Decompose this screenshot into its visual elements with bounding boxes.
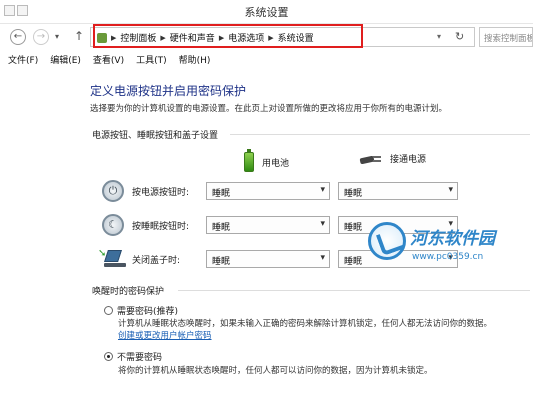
power-button-icon: ⏻	[102, 180, 124, 202]
section-divider	[178, 290, 530, 291]
close-lid-battery-select[interactable]: 睡眠	[206, 250, 330, 268]
watermark: 河东软件园 www.pc0359.cn	[368, 216, 533, 276]
menu-tools[interactable]: 工具(T)	[136, 53, 167, 66]
setting-label: 关闭盖子时:	[132, 256, 181, 266]
power-plug-icon	[360, 154, 382, 164]
menu-bar: 文件(F) 编辑(E) 查看(V) 工具(T) 帮助(H)	[0, 51, 533, 68]
radio-button-selected[interactable]	[104, 352, 113, 361]
radio-label[interactable]: 需要密码(推荐)	[117, 304, 178, 317]
battery-icon	[244, 149, 254, 172]
radio-require-password[interactable]: 需要密码(推荐)	[104, 304, 178, 317]
back-button[interactable]: ←	[10, 29, 26, 45]
page-description: 选择要为你的计算机设置的电源设置。在此页上对设置所做的更改将应用于你所有的电源计…	[90, 104, 448, 114]
column-header-battery: 用电池	[244, 149, 290, 172]
menu-help[interactable]: 帮助(H)	[179, 53, 211, 66]
radio-no-password[interactable]: 不需要密码	[104, 350, 162, 363]
column-header-plugged-in: 接通电源	[360, 152, 426, 165]
up-arrow-icon[interactable]: ↑	[74, 29, 84, 43]
breadcrumb-highlight-box	[93, 24, 363, 48]
power-button-battery-select[interactable]: 睡眠	[206, 182, 330, 200]
watermark-name: 河东软件园	[410, 229, 495, 249]
window-title: 系统设置	[244, 6, 289, 19]
menu-file[interactable]: 文件(F)	[8, 53, 38, 66]
power-button-ac-select[interactable]: 睡眠	[338, 182, 458, 200]
section-divider	[230, 134, 530, 135]
page-title: 定义电源按钮并启用密码保护	[90, 84, 247, 98]
forward-button[interactable]: →	[33, 29, 49, 45]
column-label-plugged-in: 接通电源	[390, 155, 427, 165]
option-description: 计算机从睡眠状态唤醒时，如果未输入正确的密码来解除计算机锁定，任何人都无法访问你…	[118, 319, 493, 329]
title-bar: 系统设置	[0, 0, 533, 24]
address-dropdown-icon[interactable]: ▾	[437, 32, 441, 41]
refresh-icon[interactable]: ↻	[455, 30, 464, 43]
watermark-url: www.pc0359.cn	[412, 252, 484, 262]
laptop-lid-icon: ➘	[98, 248, 126, 268]
sleep-button-battery-select[interactable]: 睡眠	[206, 216, 330, 234]
watermark-logo-icon	[368, 222, 406, 260]
option-description: 将你的计算机从睡眠状态唤醒时，任何人都可以访问你的数据，因为计算机未锁定。	[118, 366, 433, 376]
setting-label: 按电源按钮时:	[132, 188, 190, 198]
menu-view[interactable]: 查看(V)	[93, 53, 124, 66]
section-title-buttons: 电源按钮、睡眠按钮和盖子设置	[92, 131, 219, 141]
sleep-button-icon: ☾	[102, 214, 124, 236]
search-input[interactable]: 搜索控制面板	[479, 27, 533, 47]
menu-edit[interactable]: 编辑(E)	[50, 53, 81, 66]
radio-label[interactable]: 不需要密码	[117, 350, 162, 363]
setting-label: 按睡眠按钮时:	[132, 222, 190, 232]
radio-button[interactable]	[104, 306, 113, 315]
setting-row-power-button: ⏻ 按电源按钮时: 睡眠 睡眠	[102, 180, 462, 202]
section-title-password: 唤醒时的密码保护	[92, 287, 165, 297]
recent-locations-chevron-icon[interactable]: ▾	[55, 32, 59, 41]
navigation-bar: ← → ▾ ↑ ▶ 控制面板 ▶ 硬件和声音 ▶ 电源选项 ▶ 系统设置 ▾ ↻…	[0, 24, 533, 50]
create-password-link[interactable]: 创建或更改用户帐户密码	[118, 329, 212, 341]
column-label-battery: 用电池	[262, 158, 290, 169]
